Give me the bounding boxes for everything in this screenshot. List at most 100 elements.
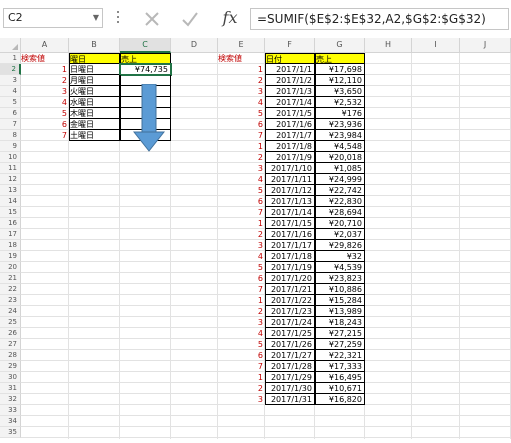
cell-f4[interactable]: 2017/1/3 (265, 86, 315, 97)
name-box[interactable]: C2 ▼ (3, 8, 103, 28)
cell-g29[interactable]: ¥17,333 (315, 361, 365, 372)
cell-e12[interactable]: 4 (218, 174, 265, 185)
cell-a4[interactable]: 3 (21, 86, 69, 97)
cell-g24[interactable]: ¥13,989 (315, 306, 365, 317)
row-header-25[interactable]: 25 (0, 317, 21, 328)
cell-f13[interactable]: 2017/1/12 (265, 185, 315, 196)
cell-e2[interactable]: 1 (218, 64, 265, 75)
column-header-i[interactable]: I (412, 38, 460, 53)
cell-f7[interactable]: 2017/1/6 (265, 119, 315, 130)
row-header-16[interactable]: 16 (0, 218, 21, 229)
drag-handle-icon[interactable] (117, 8, 120, 28)
cancel-icon[interactable] (140, 7, 164, 31)
cell-g6[interactable]: ¥176 (315, 108, 365, 119)
row-header-27[interactable]: 27 (0, 339, 21, 350)
check-icon[interactable] (178, 7, 202, 31)
row-header-26[interactable]: 26 (0, 328, 21, 339)
row-header-1[interactable]: 1 (0, 53, 21, 64)
cell-g22[interactable]: ¥10,886 (315, 284, 365, 295)
cell-f15[interactable]: 2017/1/14 (265, 207, 315, 218)
cell-f6[interactable]: 2017/1/5 (265, 108, 315, 119)
cell-e18[interactable]: 3 (218, 240, 265, 251)
row-header-15[interactable]: 15 (0, 207, 21, 218)
chevron-down-icon[interactable]: ▼ (93, 9, 99, 27)
cell-e23[interactable]: 1 (218, 295, 265, 306)
cell-e24[interactable]: 2 (218, 306, 265, 317)
cell-e25[interactable]: 3 (218, 317, 265, 328)
row-header-9[interactable]: 9 (0, 141, 21, 152)
cell-e26[interactable]: 4 (218, 328, 265, 339)
row-header-17[interactable]: 17 (0, 229, 21, 240)
cell-e1[interactable]: 検索値 (218, 53, 265, 64)
cell-e32[interactable]: 3 (218, 394, 265, 405)
cell-g9[interactable]: ¥4,548 (315, 141, 365, 152)
cell-g14[interactable]: ¥22,830 (315, 196, 365, 207)
cell-f31[interactable]: 2017/1/30 (265, 383, 315, 394)
cell-e14[interactable]: 6 (218, 196, 265, 207)
cell-f24[interactable]: 2017/1/23 (265, 306, 315, 317)
cell-e9[interactable]: 1 (218, 141, 265, 152)
cell-g2[interactable]: ¥17,698 (315, 64, 365, 75)
cell-e31[interactable]: 2 (218, 383, 265, 394)
cell-e21[interactable]: 6 (218, 273, 265, 284)
cell-e16[interactable]: 1 (218, 218, 265, 229)
row-header-19[interactable]: 19 (0, 251, 21, 262)
cell-f2[interactable]: 2017/1/1 (265, 64, 315, 75)
column-header-h[interactable]: H (365, 38, 412, 53)
cell-g18[interactable]: ¥29,826 (315, 240, 365, 251)
select-all-button[interactable] (0, 38, 21, 53)
cell-a7[interactable]: 6 (21, 119, 69, 130)
row-header-7[interactable]: 7 (0, 119, 21, 130)
row-header-34[interactable]: 34 (0, 416, 21, 427)
row-header-33[interactable]: 33 (0, 405, 21, 416)
cell-e29[interactable]: 7 (218, 361, 265, 372)
cell-e30[interactable]: 1 (218, 372, 265, 383)
cell-f3[interactable]: 2017/1/2 (265, 75, 315, 86)
cell-f10[interactable]: 2017/1/9 (265, 152, 315, 163)
cell-g28[interactable]: ¥22,321 (315, 350, 365, 361)
row-header-24[interactable]: 24 (0, 306, 21, 317)
cell-f5[interactable]: 2017/1/4 (265, 97, 315, 108)
cell-f27[interactable]: 2017/1/26 (265, 339, 315, 350)
row-header-32[interactable]: 32 (0, 394, 21, 405)
cell-f28[interactable]: 2017/1/27 (265, 350, 315, 361)
row-header-35[interactable]: 35 (0, 427, 21, 438)
cell-g26[interactable]: ¥27,215 (315, 328, 365, 339)
cell-g11[interactable]: ¥1,085 (315, 163, 365, 174)
row-header-10[interactable]: 10 (0, 152, 21, 163)
row-header-8[interactable]: 8 (0, 130, 21, 141)
insert-function-icon[interactable]: fx (219, 5, 241, 31)
cell-a6[interactable]: 5 (21, 108, 69, 119)
cell-c1[interactable]: 売上 (120, 53, 171, 64)
row-header-11[interactable]: 11 (0, 163, 21, 174)
cell-e22[interactable]: 7 (218, 284, 265, 295)
column-header-g[interactable]: G (315, 38, 365, 53)
cell-e11[interactable]: 3 (218, 163, 265, 174)
row-header-12[interactable]: 12 (0, 174, 21, 185)
row-header-29[interactable]: 29 (0, 361, 21, 372)
row-header-4[interactable]: 4 (0, 86, 21, 97)
cell-g19[interactable]: ¥32 (315, 251, 365, 262)
cell-g31[interactable]: ¥10,671 (315, 383, 365, 394)
cell-e20[interactable]: 5 (218, 262, 265, 273)
cell-g30[interactable]: ¥16,495 (315, 372, 365, 383)
cell-e28[interactable]: 6 (218, 350, 265, 361)
cell-e6[interactable]: 5 (218, 108, 265, 119)
cell-f11[interactable]: 2017/1/10 (265, 163, 315, 174)
cell-f9[interactable]: 2017/1/8 (265, 141, 315, 152)
cell-e8[interactable]: 7 (218, 130, 265, 141)
row-header-2[interactable]: 2 (0, 64, 21, 75)
formula-input[interactable]: =SUMIF($E$2:$E$32,A2,$G$2:$G$32) (250, 8, 509, 30)
cell-f8[interactable]: 2017/1/7 (265, 130, 315, 141)
cell-f23[interactable]: 2017/1/22 (265, 295, 315, 306)
cell-g23[interactable]: ¥15,284 (315, 295, 365, 306)
cell-g13[interactable]: ¥22,742 (315, 185, 365, 196)
cell-f14[interactable]: 2017/1/13 (265, 196, 315, 207)
cell-e17[interactable]: 2 (218, 229, 265, 240)
row-header-13[interactable]: 13 (0, 185, 21, 196)
cell-e10[interactable]: 2 (218, 152, 265, 163)
cell-a1[interactable]: 検索値 (21, 53, 69, 64)
column-header-e[interactable]: E (218, 38, 265, 53)
row-header-21[interactable]: 21 (0, 273, 21, 284)
cell-f25[interactable]: 2017/1/24 (265, 317, 315, 328)
